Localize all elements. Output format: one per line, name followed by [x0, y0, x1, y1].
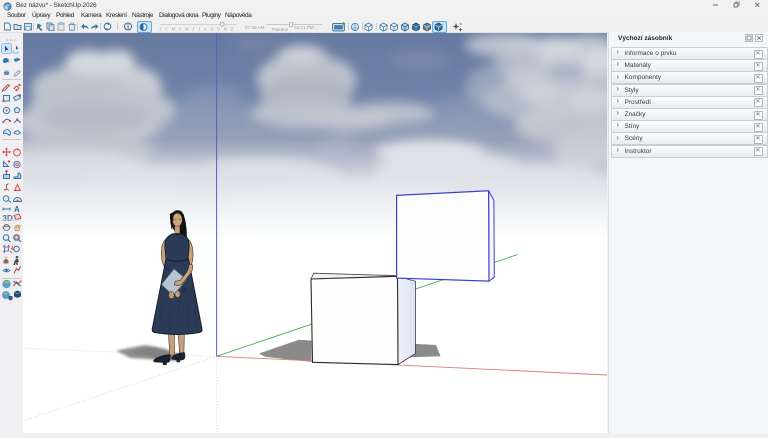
svg-text:A: A	[204, 26, 207, 31]
svg-text:O: O	[217, 26, 221, 31]
svg-text:J: J	[198, 26, 200, 31]
svg-text:M: M	[172, 26, 176, 31]
svg-text:S: S	[211, 26, 214, 31]
svg-text:J: J	[192, 26, 194, 31]
svg-text:M: M	[185, 26, 189, 31]
svg-text:3D: 3D	[3, 214, 13, 223]
svg-text:A: A	[179, 26, 182, 31]
svg-text:J: J	[159, 26, 161, 31]
svg-text:A: A	[14, 205, 20, 214]
svg-text:F: F	[165, 26, 168, 31]
svg-text:N: N	[224, 26, 227, 31]
svg-text:D: D	[230, 26, 233, 31]
